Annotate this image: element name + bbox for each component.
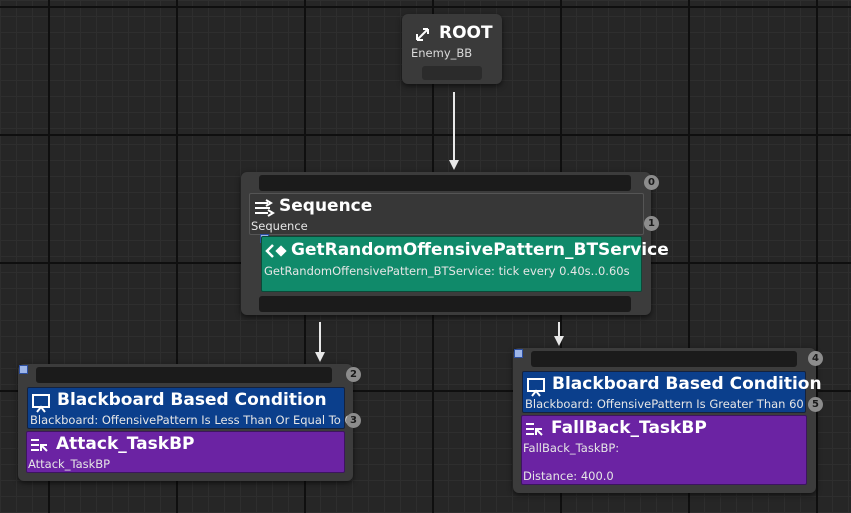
task-title: Attack_TaskBP [56, 434, 195, 454]
task-subtitle: Attack_TaskBP [28, 457, 111, 471]
decorator-title: Blackboard Based Condition [552, 374, 822, 394]
sequence-node[interactable]: 0 Sequence Sequence 1 GetRandomOffensive… [241, 172, 669, 315]
execution-index-badge: 0 [644, 175, 659, 190]
fallback-branch-node[interactable]: 4 Blackboard Based Condition Blackboard:… [513, 348, 823, 493]
decorator-title: Blackboard Based Condition [57, 390, 327, 410]
root-title: ROOT [439, 23, 493, 43]
execution-index-badge: 4 [808, 351, 823, 366]
sequence-title: Sequence [279, 196, 373, 216]
sequence-output-pin[interactable] [259, 296, 631, 312]
sequence-arrows-icon [254, 199, 276, 221]
tree-root-icon [414, 25, 432, 47]
connection-arrow [449, 160, 459, 170]
execution-index-badge: 3 [346, 413, 361, 428]
service-icon [265, 243, 287, 263]
task-panel[interactable]: Attack_TaskBP Attack_TaskBP [26, 431, 345, 473]
task-title: FallBack_TaskBP [551, 418, 707, 438]
connection-wire [319, 322, 321, 352]
task-icon [525, 421, 545, 443]
sequence-input-pin[interactable] [259, 175, 631, 191]
execution-index-badge: 2 [346, 367, 361, 382]
breakpoint-icon [514, 349, 523, 358]
decorator-panel[interactable]: Blackboard Based Condition Blackboard: O… [522, 371, 822, 413]
attack-branch-node[interactable]: 2 Blackboard Based Condition Blackboard:… [18, 364, 361, 481]
service-title: GetRandomOffensivePattern_BTService [291, 240, 669, 260]
task-icon [30, 437, 50, 459]
connection-arrow [554, 336, 564, 346]
root-subtitle: Enemy_BB [411, 46, 473, 60]
service-subtitle: GetRandomOffensivePattern_BTService: tic… [264, 264, 630, 278]
connection-wire [558, 322, 560, 336]
connection-wire [453, 92, 455, 160]
connection-arrow [315, 352, 325, 362]
attack-input-pin[interactable] [36, 367, 332, 383]
root-output-pin[interactable] [422, 66, 482, 80]
task-subtitle: FallBack_TaskBP: [523, 441, 620, 455]
decorator-subtitle: Blackboard: OffensivePattern Is Greater … [525, 397, 804, 411]
fallback-input-pin[interactable] [531, 351, 797, 367]
decorator-panel[interactable]: Blackboard Based Condition Blackboard: O… [27, 387, 359, 429]
breakpoint-icon [19, 365, 28, 374]
service-panel[interactable]: GetRandomOffensivePattern_BTService GetR… [261, 236, 669, 292]
execution-index-badge: 5 [808, 397, 823, 412]
task-panel[interactable]: FallBack_TaskBP FallBack_TaskBP: Distanc… [521, 415, 807, 485]
root-node[interactable]: ROOT Enemy_BB [402, 14, 502, 84]
task-detail: Distance: 400.0 [523, 469, 614, 483]
decorator-subtitle: Blackboard: OffensivePattern Is Less Tha… [30, 413, 360, 427]
sequence-header[interactable]: Sequence Sequence [249, 193, 644, 235]
sequence-subtitle: Sequence [251, 219, 308, 233]
execution-index-badge: 1 [644, 216, 659, 231]
